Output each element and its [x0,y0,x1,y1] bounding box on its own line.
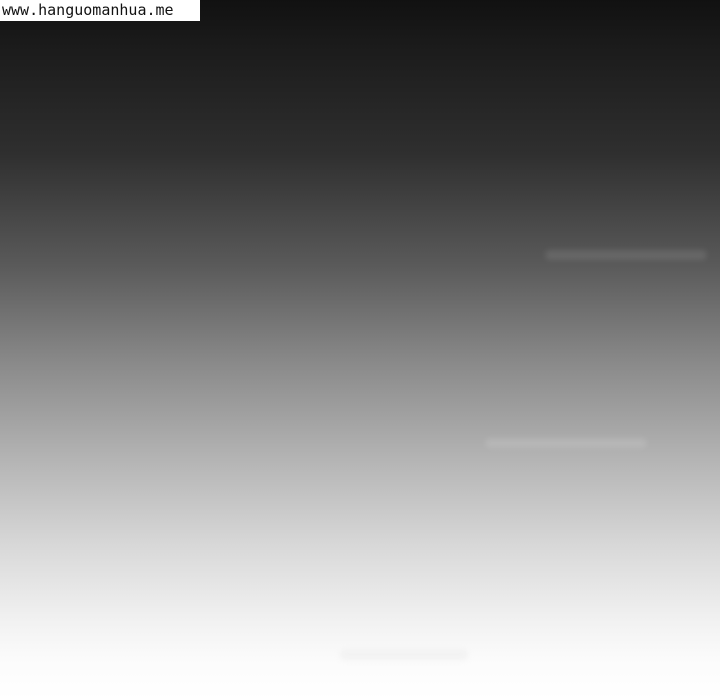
faint-overlay-mark [340,650,468,660]
site-watermark: www.hanguomanhua.me [0,0,200,21]
faint-overlay-mark [485,438,647,448]
faint-overlay-mark [545,250,707,260]
comic-panel-gradient: www.hanguomanhua.me [0,0,720,700]
